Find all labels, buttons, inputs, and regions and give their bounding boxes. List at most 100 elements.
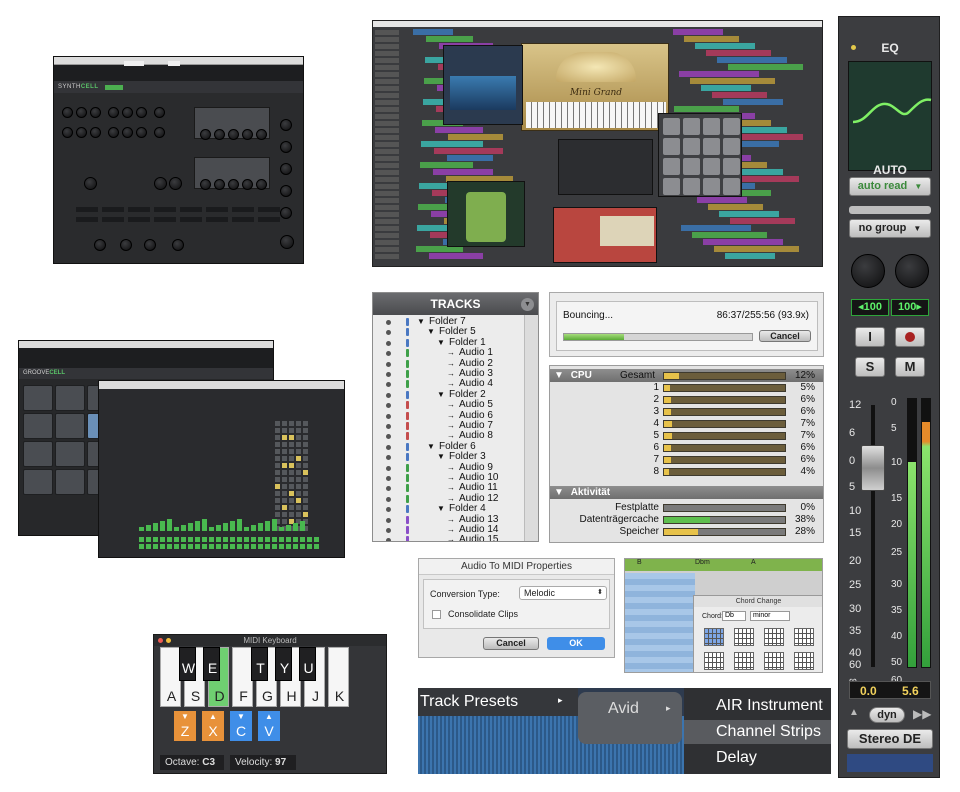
step-cell[interactable] — [303, 505, 308, 510]
pan-left-knob[interactable] — [851, 254, 885, 288]
volume-fader-handle[interactable] — [861, 445, 885, 491]
audio-clip[interactable] — [703, 239, 783, 245]
automation-mode-select[interactable]: auto read ▼ — [849, 177, 931, 196]
step-cell[interactable] — [303, 449, 308, 454]
auto-field[interactable] — [168, 61, 180, 66]
step-cell[interactable] — [275, 491, 280, 496]
synth-knob[interactable] — [76, 107, 87, 118]
envelope-knob[interactable] — [228, 129, 239, 140]
pattern-cell[interactable] — [153, 537, 158, 542]
track-arrow-icon[interactable]: → — [447, 515, 455, 525]
pattern-cell[interactable] — [174, 537, 179, 542]
pattern-cell[interactable] — [307, 537, 312, 542]
daw-drum-pad[interactable] — [663, 118, 680, 135]
synth-knob[interactable] — [136, 107, 147, 118]
track-visibility-dot[interactable] — [386, 517, 391, 523]
track-header[interactable] — [375, 37, 399, 42]
conversion-type-select[interactable]: Melodic ⬍ — [519, 586, 607, 600]
mod-matrix-slot[interactable] — [258, 217, 280, 222]
mod-matrix-slot[interactable] — [180, 207, 202, 212]
arp-knob[interactable] — [120, 239, 132, 251]
avid-item[interactable]: Avid — [608, 700, 639, 718]
envelope-knob[interactable] — [242, 129, 253, 140]
track-header[interactable] — [375, 58, 399, 63]
side-knob[interactable] — [280, 207, 292, 219]
track-visibility-dot[interactable] — [386, 465, 391, 471]
track-header[interactable] — [375, 79, 399, 84]
track-visibility-dot[interactable] — [386, 507, 391, 513]
pattern-cell[interactable] — [195, 544, 200, 549]
track-visibility-dot[interactable] — [386, 351, 391, 357]
track-header[interactable] — [375, 254, 399, 259]
step-cell[interactable] — [282, 519, 287, 524]
step-cell[interactable] — [289, 477, 294, 482]
track-header[interactable] — [375, 184, 399, 189]
drum-pad[interactable] — [23, 385, 53, 411]
audio-clip[interactable] — [434, 148, 503, 154]
mod-matrix-slot[interactable] — [154, 207, 176, 212]
octave-velocity-key[interactable]: ▼ Z — [174, 711, 196, 741]
pattern-cell[interactable] — [216, 537, 221, 542]
daw-drum-pad[interactable] — [683, 178, 700, 195]
step-cell[interactable] — [282, 421, 287, 426]
track-header[interactable] — [375, 170, 399, 175]
daw-drum-pad[interactable] — [723, 118, 740, 135]
pattern-cell[interactable] — [258, 544, 263, 549]
step-cell[interactable] — [289, 498, 294, 503]
track-header[interactable] — [375, 177, 399, 182]
pattern-cell[interactable] — [188, 537, 193, 542]
pattern-cell[interactable] — [258, 537, 263, 542]
track-presets-item[interactable]: Track Presets ▸ — [418, 688, 578, 716]
track-list-row[interactable]: ▼ Folder 4 — [373, 504, 523, 514]
step-cell[interactable] — [303, 491, 308, 496]
pattern-cell[interactable] — [139, 544, 144, 549]
piano-black-key[interactable]: T — [251, 647, 268, 681]
arp-knob[interactable] — [172, 239, 184, 251]
output-select[interactable]: Stereo DE — [847, 729, 933, 749]
audio-clip[interactable] — [708, 204, 763, 210]
preset-menu-item[interactable]: Delay — [684, 746, 831, 770]
pattern-cell[interactable] — [230, 537, 235, 542]
track-visibility-dot[interactable] — [386, 528, 391, 533]
track-list-row[interactable]: → Audio 11 — [373, 483, 523, 493]
pan-left-value[interactable]: ◂100 — [851, 299, 889, 316]
step-cell[interactable] — [275, 477, 280, 482]
audio-clip[interactable] — [717, 57, 787, 63]
step-cell[interactable] — [289, 435, 294, 440]
step-cell[interactable] — [296, 484, 301, 489]
step-cell[interactable] — [303, 463, 308, 468]
step-cell[interactable] — [289, 428, 294, 433]
mod-matrix-slot[interactable] — [258, 207, 280, 212]
mod-matrix-slot[interactable] — [154, 217, 176, 222]
step-cell[interactable] — [275, 449, 280, 454]
synth-knob[interactable] — [122, 107, 133, 118]
lfo-knob[interactable] — [169, 177, 182, 190]
track-arrow-icon[interactable]: → — [447, 473, 455, 483]
mod-matrix-slot[interactable] — [102, 217, 124, 222]
a2m-ok-button[interactable]: OK — [547, 637, 605, 650]
step-cell[interactable] — [275, 435, 280, 440]
chord-diagram[interactable] — [764, 628, 784, 646]
track-header[interactable] — [375, 93, 399, 98]
mod-matrix-slot[interactable] — [206, 217, 228, 222]
daw-drum-pad[interactable] — [703, 178, 720, 195]
track-list-row[interactable]: → Audio 1 — [373, 348, 523, 358]
track-visibility-dot[interactable] — [386, 538, 391, 541]
step-cell[interactable] — [282, 484, 287, 489]
folder-disclosure-icon[interactable]: ▼ — [427, 442, 435, 452]
daw-drum-pad[interactable] — [683, 158, 700, 175]
step-cell[interactable] — [275, 484, 280, 489]
envelope-knob[interactable] — [228, 179, 239, 190]
input-button[interactable]: I — [855, 327, 885, 347]
drum-pad[interactable] — [23, 413, 53, 439]
daw-drum-pad[interactable] — [683, 138, 700, 155]
pattern-cell[interactable] — [174, 544, 179, 549]
master-knob[interactable] — [280, 235, 294, 249]
group-select[interactable]: no group ▼ — [849, 219, 931, 238]
piano-black-key[interactable]: W — [179, 647, 196, 681]
folder-disclosure-icon[interactable]: ▼ — [417, 317, 425, 327]
fast-forward-icon[interactable]: ▶▶ — [913, 707, 931, 721]
pattern-cell[interactable] — [223, 544, 228, 549]
pattern-cell[interactable] — [244, 544, 249, 549]
audio-clip[interactable] — [674, 106, 739, 112]
